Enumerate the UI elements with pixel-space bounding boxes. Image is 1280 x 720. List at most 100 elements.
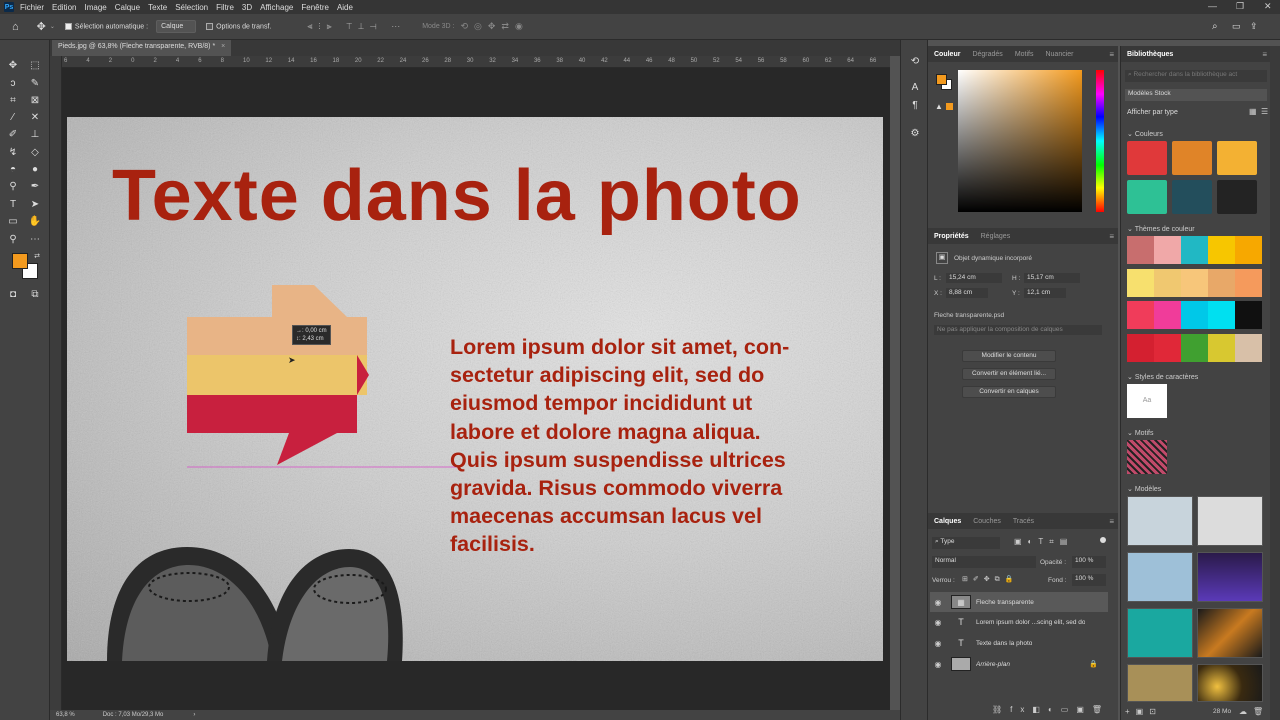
close-tab-icon[interactable]: × <box>221 43 225 50</box>
library-color-swatch[interactable] <box>1172 141 1212 175</box>
maximize-icon[interactable]: ❐ <box>1236 1 1244 12</box>
color-theme[interactable] <box>1127 269 1262 297</box>
panel-menu-icon[interactable]: ≡ <box>1109 50 1114 59</box>
paint-bucket-icon[interactable]: ◓ <box>6 162 20 176</box>
paragraph-panel-icon[interactable]: ¶ <box>908 98 922 112</box>
tab-degrades[interactable]: Dégradés <box>966 51 1008 58</box>
tab-calques[interactable]: Calques <box>928 518 967 525</box>
trash-icon[interactable]: 🗑 <box>1253 707 1263 716</box>
panel-menu-icon[interactable]: ≡ <box>1262 50 1267 59</box>
tab-nuancier[interactable]: Nuancier <box>1039 51 1079 58</box>
layer-comp-select[interactable]: Ne pas appliquer la composition de calqu… <box>934 325 1102 335</box>
minimize-icon[interactable]: — <box>1208 1 1217 11</box>
template-thumbnail[interactable] <box>1197 608 1263 658</box>
patterns-section-label[interactable]: ⌄ Motifs <box>1127 429 1153 437</box>
search-icon[interactable]: ⌕ <box>1212 21 1218 32</box>
edit-contents-button[interactable]: Modifier le contenu <box>962 350 1056 362</box>
blend-mode-dropdown[interactable]: Normal <box>932 556 1036 568</box>
close-icon[interactable]: ✕ <box>1264 1 1272 12</box>
tab-couleur[interactable]: Couleur <box>928 51 966 58</box>
checkbox-icon[interactable] <box>64 22 72 30</box>
panel-menu-icon[interactable]: ≡ <box>1109 517 1114 526</box>
y-field[interactable]: 12,1 cm <box>1024 288 1066 298</box>
layer-filter-dropdown[interactable]: ⌕ Type <box>932 537 1000 549</box>
library-color-swatch[interactable] <box>1217 141 1257 175</box>
frame-tool-icon[interactable]: ⊠ <box>28 93 42 107</box>
width-field[interactable]: 15,24 cm <box>946 273 1002 283</box>
canvas-body-text[interactable]: Lorem ipsum dolor sit amet, con- sectetu… <box>450 333 870 559</box>
menu-3d[interactable]: 3D <box>242 3 252 12</box>
fg-color-chip-top[interactable] <box>936 74 947 85</box>
menu-edition[interactable]: Edition <box>52 3 76 12</box>
tab-couches[interactable]: Couches <box>967 518 1007 525</box>
template-thumbnail[interactable] <box>1197 552 1263 602</box>
history-panel-icon[interactable]: ⟲ <box>908 54 922 68</box>
character-panel-icon[interactable]: A <box>908 80 922 94</box>
tab-reglages[interactable]: Réglages <box>975 233 1017 240</box>
menu-filtre[interactable]: Filtre <box>216 3 234 12</box>
menu-selection[interactable]: Sélection <box>175 3 208 12</box>
menu-affichage[interactable]: Affichage <box>260 3 293 12</box>
template-thumbnail[interactable] <box>1127 664 1193 702</box>
template-thumbnail[interactable] <box>1127 552 1193 602</box>
brush-tool-icon[interactable]: ✐ <box>6 127 20 141</box>
3d-tools-icons[interactable]: ⟲◎✥⇄◉ <box>461 21 529 32</box>
lock-icon[interactable]: 🔒 <box>1089 660 1098 668</box>
pen-tool-icon[interactable]: ✒ <box>28 179 42 193</box>
swap-colors-icon[interactable]: ⇄ <box>30 249 44 263</box>
library-select[interactable]: Modèles Stock <box>1125 89 1267 101</box>
template-thumbnail[interactable] <box>1197 496 1263 546</box>
template-thumbnail[interactable] <box>1127 608 1193 658</box>
tab-motifs[interactable]: Motifs <box>1009 51 1040 58</box>
menu-aide[interactable]: Aide <box>337 3 353 12</box>
more-tools-icon[interactable]: ⋯ <box>28 232 42 246</box>
move-tool-icon[interactable]: ✥ <box>6 58 20 72</box>
tab-traces[interactable]: Tracés <box>1007 518 1040 525</box>
pattern-thumbnail[interactable] <box>1127 440 1167 474</box>
library-search-input[interactable]: ⌕ Rechercher dans la bibliothèque act <box>1125 70 1267 82</box>
grid-view-icon[interactable]: ▦ <box>1249 107 1257 116</box>
properties-panel-icon[interactable]: ⚙ <box>908 126 922 140</box>
document-canvas[interactable]: Texte dans la photo Lorem ipsum dolor si… <box>67 117 883 661</box>
char-style-sample[interactable]: Aa <box>1127 384 1167 418</box>
convert-linked-button[interactable]: Convertir en élément lié... <box>962 368 1056 380</box>
gamut-swatch[interactable] <box>946 103 953 110</box>
library-color-swatch[interactable] <box>1127 141 1167 175</box>
libraries-scrollbar[interactable] <box>1270 46 1280 720</box>
menu-fenetre[interactable]: Fenêtre <box>301 3 329 12</box>
filter-toggle-icon[interactable] <box>1100 537 1106 543</box>
healing-icon[interactable]: ✕ <box>28 110 42 124</box>
align-icons[interactable]: ⫷⫶⫸ ⊤⊥⊣ ⋯ <box>307 21 406 32</box>
template-thumbnail[interactable] <box>1197 664 1263 702</box>
shape-tool-icon[interactable]: ▭ <box>6 214 20 228</box>
library-color-swatch[interactable] <box>1172 180 1212 214</box>
workspace-icon[interactable]: ▭ <box>1232 21 1241 32</box>
menu-fichier[interactable]: Fichier <box>20 3 44 12</box>
opacity-field[interactable]: 100 % <box>1072 556 1106 568</box>
foreground-color-chip[interactable] <box>12 253 28 269</box>
char-styles-section-label[interactable]: ⌄ Styles de caractères <box>1127 373 1198 381</box>
lasso-tool-icon[interactable]: ↄ <box>6 76 20 90</box>
auto-select-dropdown[interactable]: Calque <box>156 20 197 33</box>
crop-tool-icon[interactable]: ⌗ <box>6 93 20 107</box>
screen-mode-icon[interactable]: ⧉ <box>28 287 42 301</box>
blur-tool-icon[interactable]: ● <box>28 162 42 176</box>
chevron-down-icon[interactable]: ⌄ <box>50 23 55 30</box>
type-tool-icon[interactable]: T <box>6 197 20 211</box>
hue-slider[interactable] <box>1096 70 1104 212</box>
canvas-title-text[interactable]: Texte dans la photo <box>112 155 802 237</box>
layer-row[interactable]: ◉ T Texte dans la photo <box>930 633 1108 653</box>
share-icon[interactable]: ⇪ <box>1250 21 1258 32</box>
tab-bibliotheques[interactable]: Bibliothèques <box>1121 51 1179 58</box>
marquee-tool-icon[interactable]: ⬚ <box>28 58 42 72</box>
layer-row[interactable]: ◉ Arrière-plan 🔒 <box>930 654 1108 674</box>
eyedropper-icon[interactable]: ⁄ <box>6 110 20 124</box>
convert-layers-button[interactable]: Convertir en calques <box>962 386 1056 398</box>
fill-field[interactable]: 100 % <box>1072 574 1106 586</box>
visibility-eye-icon[interactable]: ◉ <box>930 618 946 627</box>
move-tool-icon[interactable]: ✥ <box>37 20 46 33</box>
height-field[interactable]: 15,17 cm <box>1024 273 1080 283</box>
tab-proprietes[interactable]: Propriétés <box>928 233 975 240</box>
history-brush-icon[interactable]: ↯ <box>6 145 20 159</box>
panel-menu-icon[interactable]: ≡ <box>1109 232 1114 241</box>
